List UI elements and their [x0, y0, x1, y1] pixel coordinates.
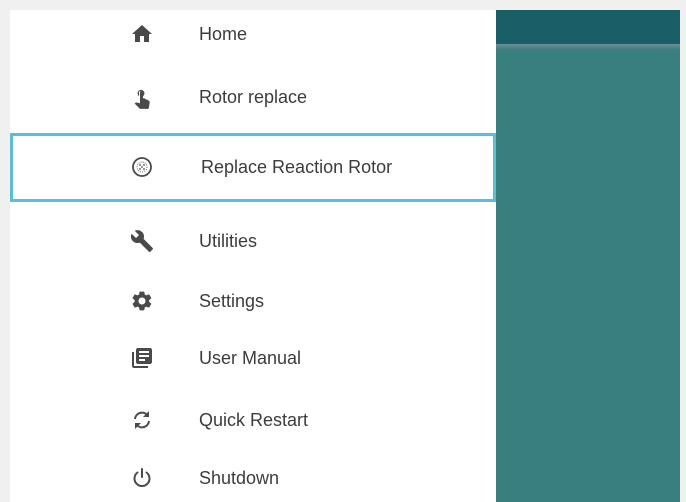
menu-item-label: Utilities — [199, 231, 258, 251]
wrench-icon — [130, 229, 154, 253]
touch-icon — [130, 85, 154, 109]
app-bar-shadow — [496, 44, 680, 50]
menu-item-rotor-replace[interactable]: Rotor replace — [10, 73, 496, 121]
menu-item-user-manual[interactable]: User Manual — [10, 334, 496, 382]
gear-icon — [130, 289, 154, 313]
power-icon — [130, 466, 154, 490]
menu-item-utilities[interactable]: Utilities — [10, 217, 496, 265]
menu-item-replace-reaction-rotor[interactable]: Replace Reaction Rotor — [10, 133, 496, 202]
menu-item-label: Replace Reaction Rotor — [201, 157, 393, 177]
manual-icon — [130, 346, 154, 370]
home-icon — [130, 22, 154, 46]
app-bar — [496, 10, 680, 44]
navigation-drawer: Home Rotor replace Replace Reaction Roto… — [10, 10, 496, 502]
restart-icon — [130, 408, 154, 432]
menu-item-label: Quick Restart — [199, 410, 309, 430]
menu-item-label: Rotor replace — [199, 87, 308, 107]
menu-item-label: Shutdown — [199, 468, 280, 488]
menu-item-label: Home — [199, 24, 248, 44]
app-screen: Home Rotor replace Replace Reaction Roto… — [10, 10, 680, 502]
rotor-icon — [130, 155, 154, 179]
content-area[interactable] — [496, 10, 680, 502]
menu-item-settings[interactable]: Settings — [10, 277, 496, 325]
menu-item-home[interactable]: Home — [10, 10, 496, 58]
menu-item-quick-restart[interactable]: Quick Restart — [10, 396, 496, 444]
menu-item-label: Settings — [199, 291, 265, 311]
menu-item-label: User Manual — [199, 348, 302, 368]
menu-item-shutdown[interactable]: Shutdown — [10, 454, 496, 502]
